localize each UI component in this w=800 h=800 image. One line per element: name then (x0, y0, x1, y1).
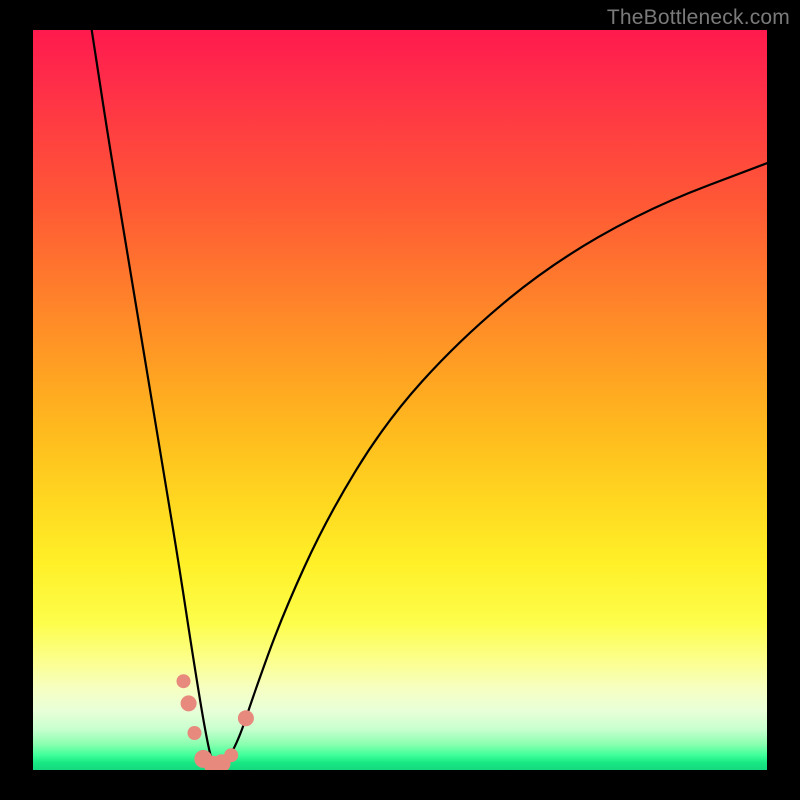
data-marker (188, 726, 202, 740)
bottleneck-curve-svg (33, 30, 767, 770)
watermark-text: TheBottleneck.com (607, 6, 790, 30)
data-markers (177, 674, 254, 770)
data-marker (224, 748, 238, 762)
data-marker (181, 695, 197, 711)
plot-area (33, 30, 767, 770)
data-marker (238, 710, 254, 726)
data-marker (177, 674, 191, 688)
chart-frame: TheBottleneck.com (0, 0, 800, 800)
bottleneck-curve (92, 30, 767, 766)
